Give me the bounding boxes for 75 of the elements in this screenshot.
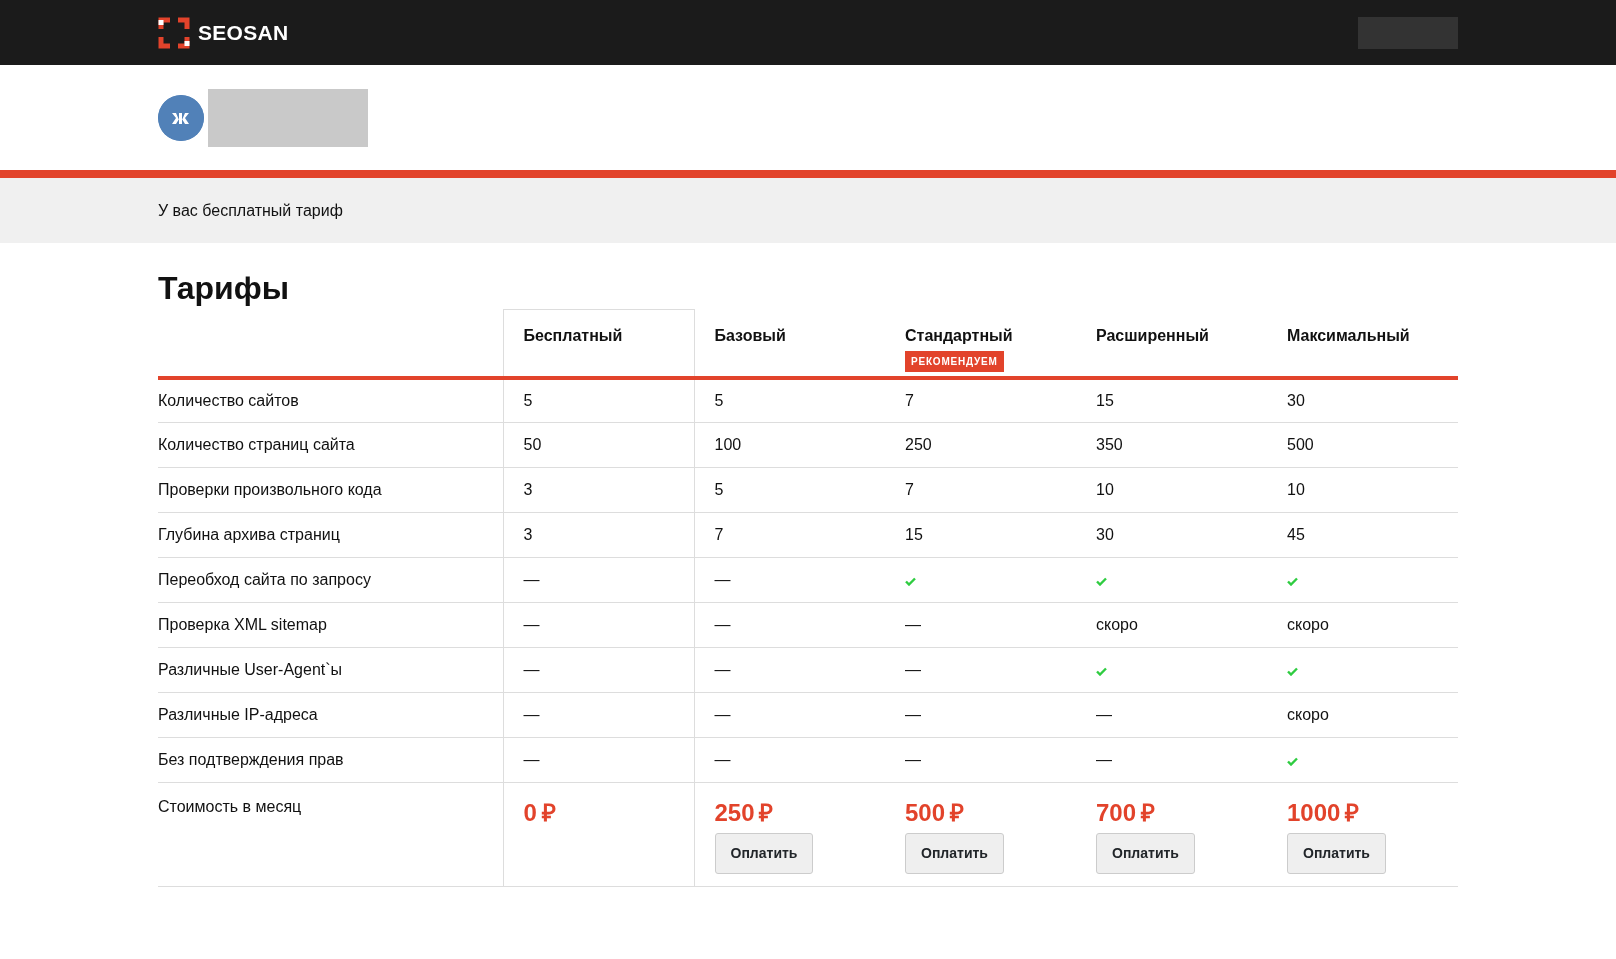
logo-icon (158, 16, 190, 49)
pay-button[interactable]: Оплатить (714, 833, 814, 875)
feature-label: Количество страниц сайта (158, 436, 355, 454)
check-icon (1287, 756, 1298, 766)
table-value: 5 (714, 392, 724, 410)
price-label: Стоимость в месяц (158, 798, 302, 816)
table-value: — (523, 751, 540, 769)
table-value: — (714, 661, 731, 679)
feature-label: Проверка XML sitemap (158, 616, 327, 634)
plan-price: 700 ₽ (1096, 798, 1155, 829)
table-value: — (905, 751, 921, 769)
plan-price: 1000 ₽ (1287, 798, 1360, 829)
check-icon (1287, 666, 1298, 676)
table-value: 100 (714, 436, 742, 454)
check-icon (1096, 666, 1107, 676)
check-icon (1287, 576, 1298, 586)
pay-button[interactable]: Оплатить (1287, 833, 1386, 875)
table-value: — (523, 661, 540, 679)
table-value: 50 (523, 436, 542, 454)
page-title: Тарифы (158, 269, 291, 308)
brand-name[interactable]: SEOSAN (198, 16, 289, 49)
table-value: 3 (523, 481, 533, 499)
plan-price: 500 ₽ (905, 798, 964, 829)
recommended-badge: РЕКОМЕНДУЕМ (905, 350, 1004, 372)
plan-price: 250 ₽ (714, 798, 774, 829)
table-value: — (1096, 751, 1112, 769)
feature-label: Количество сайтов (158, 392, 299, 410)
table-value: 5 (714, 481, 724, 499)
table-value: — (523, 616, 540, 634)
feature-label: Без подтверждения прав (158, 751, 344, 769)
table-value: — (714, 571, 731, 589)
table-value: 500 (1287, 436, 1314, 454)
vk-icon (158, 94, 204, 141)
table-value: 3 (523, 526, 533, 544)
table-value: 7 (714, 526, 724, 544)
table-value: 30 (1096, 526, 1114, 544)
table-value: — (714, 616, 731, 634)
table-value: скоро (1096, 616, 1138, 634)
plan-price: 0 ₽ (523, 798, 556, 829)
table-value: 7 (905, 481, 914, 499)
check-icon (1096, 576, 1107, 586)
table-value: — (523, 571, 540, 589)
table-value: — (905, 706, 921, 724)
table-value: — (714, 706, 731, 724)
table-value: 30 (1287, 392, 1305, 410)
table-value: 45 (1287, 526, 1305, 544)
plan-name: Бесплатный (523, 326, 624, 347)
plan-name: Максимальный (1287, 325, 1411, 346)
table-value: скоро (1287, 706, 1329, 724)
pay-button[interactable]: Оплатить (1096, 833, 1195, 875)
table-value: 15 (1096, 392, 1114, 410)
plan-name: Стандартный (905, 325, 1014, 346)
feature-label: Переобход сайта по запросу (158, 571, 371, 589)
plan-notice: У вас бесплатный тариф (158, 200, 343, 221)
table-value: скоро (1287, 616, 1329, 634)
plan-name: Расширенный (1096, 325, 1210, 346)
feature-label: Глубина архива страниц (158, 526, 340, 544)
table-value: 10 (1287, 481, 1305, 499)
table-value: 7 (905, 392, 914, 410)
table-value: 250 (905, 436, 932, 454)
table-value: — (1096, 706, 1112, 724)
table-value: — (523, 706, 540, 724)
feature-label: Проверки произвольного кода (158, 481, 382, 499)
table-value: — (905, 616, 921, 634)
check-icon (905, 576, 916, 586)
plan-name: Базовый (714, 325, 787, 346)
table-value: 350 (1096, 436, 1123, 454)
table-value: 5 (523, 392, 533, 410)
table-value: 15 (905, 526, 923, 544)
pay-button[interactable]: Оплатить (905, 833, 1004, 875)
feature-label: Различные IP-адреса (158, 706, 318, 724)
table-value: — (714, 751, 731, 769)
table-value: 10 (1096, 481, 1114, 499)
feature-label: Различные User-Agent`ы (158, 661, 343, 679)
table-value: — (905, 661, 921, 679)
